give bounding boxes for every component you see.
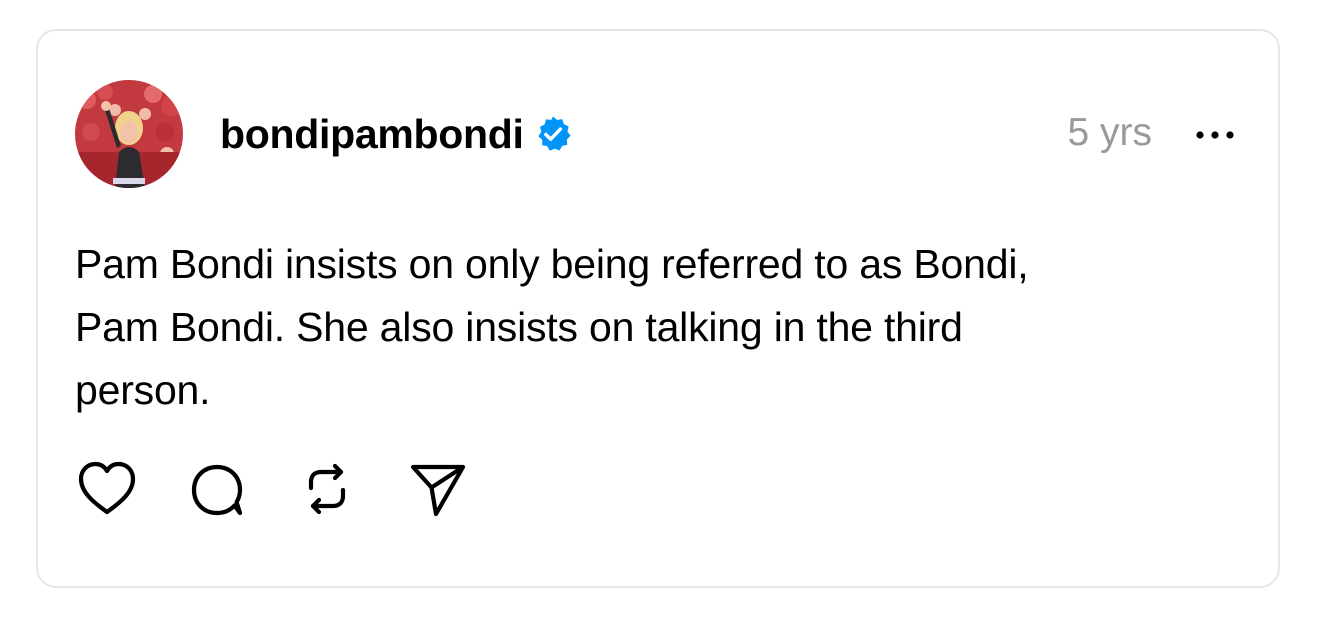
repost-icon[interactable] bbox=[295, 457, 359, 521]
comment-icon[interactable] bbox=[185, 457, 249, 521]
avatar[interactable] bbox=[75, 80, 183, 188]
username[interactable]: bondipambondi bbox=[220, 111, 524, 158]
post-text-line: Pam Bondi. She also insists on talking i… bbox=[75, 304, 963, 350]
heart-icon[interactable] bbox=[75, 457, 139, 521]
post-text: Pam Bondi insists on only being referred… bbox=[75, 233, 1225, 422]
post-card[interactable]: bondipambondi 5 yrs Pam Bondi insists on… bbox=[36, 29, 1280, 588]
timestamp: 5 yrs bbox=[1067, 111, 1152, 154]
post-text-line: Pam Bondi insists on only being referred… bbox=[75, 241, 1029, 287]
more-options-icon[interactable] bbox=[1194, 125, 1236, 145]
username-row: bondipambondi bbox=[220, 109, 572, 159]
avatar-image bbox=[75, 80, 183, 188]
post-text-line: person. bbox=[75, 367, 211, 413]
send-icon[interactable] bbox=[405, 457, 469, 521]
verified-badge-icon bbox=[534, 115, 572, 153]
